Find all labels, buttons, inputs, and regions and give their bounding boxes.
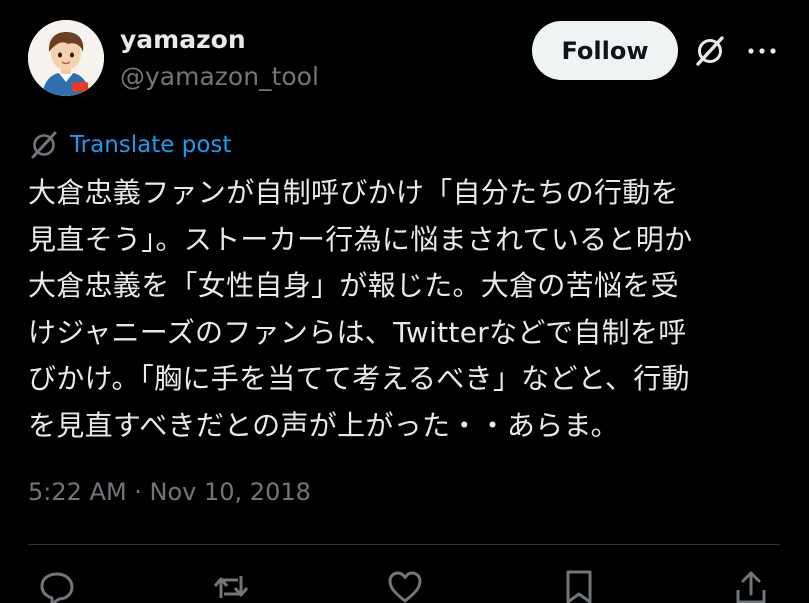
reply-icon[interactable] [38, 568, 76, 603]
like-icon[interactable] [386, 568, 424, 603]
repost-icon[interactable] [212, 568, 250, 603]
more-icon[interactable] [745, 40, 779, 62]
post-text-line: 見直そう」。ストーカー行為に悩まされていると明か [28, 222, 693, 256]
post-text: 大倉忠義ファンが自制呼びかけ「自分たちの行動を 見直そう」。ストーカー行為に悩ま… [28, 170, 788, 449]
share-icon[interactable] [732, 568, 770, 603]
translate-icon [31, 131, 57, 159]
post-text-line: けジャニーズのファンらは、Twitterなどで自制を呼 [28, 315, 687, 349]
user-handle[interactable]: @yamazon_tool [120, 61, 319, 93]
follow-button[interactable]: Follow [532, 21, 678, 80]
avatar-image [28, 20, 104, 96]
grok-icon[interactable] [693, 34, 727, 68]
divider [28, 544, 780, 545]
avatar[interactable] [28, 20, 104, 96]
post-timestamp[interactable]: 5:22 AM · Nov 10, 2018 [28, 476, 311, 508]
post-text-line: 大倉忠義を「女性自身」が報じた。大倉の苦悩を受 [28, 269, 679, 302]
post-text-line: 大倉忠義ファンが自制呼びかけ「自分たちの行動を [28, 176, 679, 209]
translate-post-link[interactable]: Translate post [70, 132, 231, 158]
bookmark-icon[interactable] [560, 568, 598, 603]
post-text-line: を見直すべきだとの声が上がった・・あらま。 [28, 408, 619, 442]
post-text-line: びかけ。「胸に手を当てて考えるべき」などと、行動 [28, 362, 690, 395]
display-name[interactable]: yamazon [120, 24, 246, 56]
post-detail: yamazon @yamazon_tool Follow Translate p… [0, 0, 809, 603]
translate-post[interactable]: Translate post [28, 128, 231, 162]
